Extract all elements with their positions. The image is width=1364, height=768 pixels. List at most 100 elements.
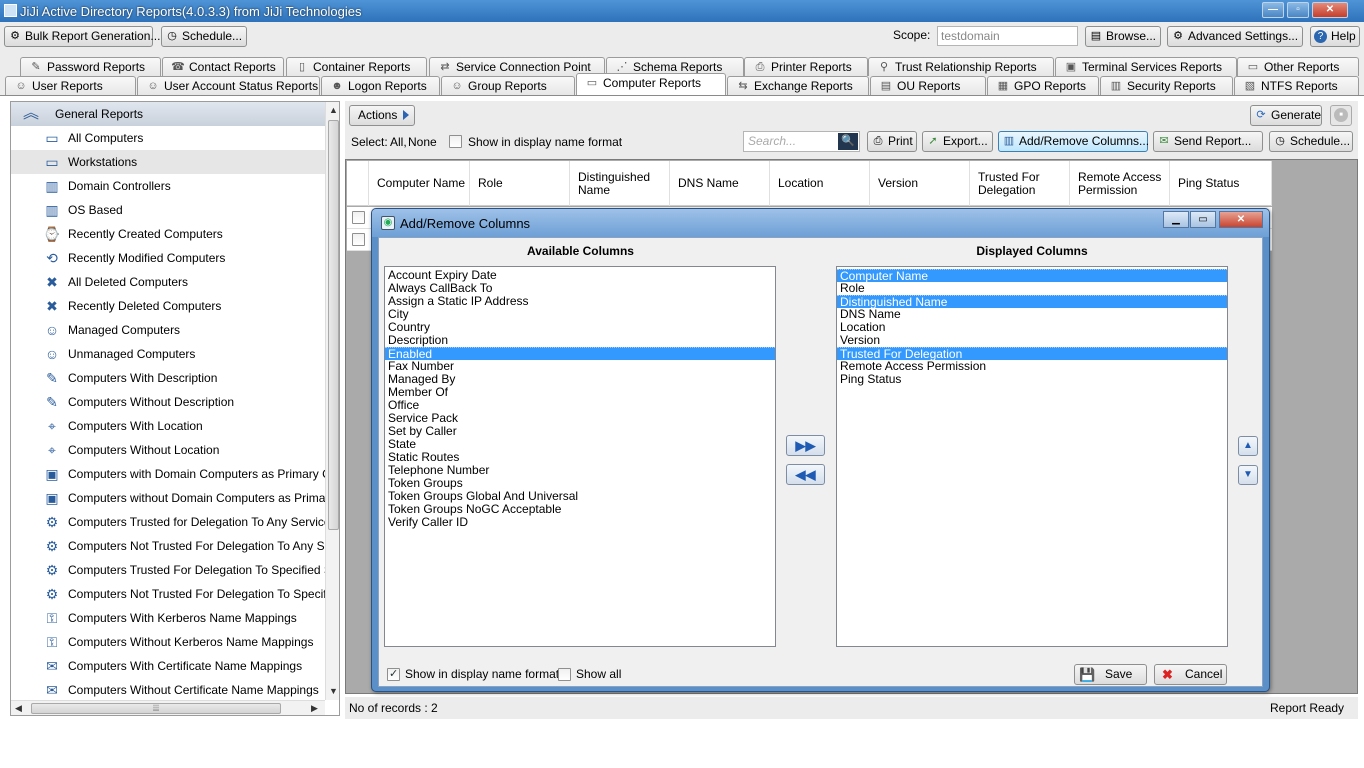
send-report-button[interactable]: ✉ Send Report... (1153, 131, 1263, 152)
list-item[interactable]: Assign a Static IP Address (385, 295, 775, 308)
column-header[interactable]: Location (770, 161, 870, 206)
bulk-report-button[interactable]: ⚙ Bulk Report Generation... (4, 26, 160, 47)
tab-password-reports[interactable]: ✎ Password Reports (20, 57, 161, 76)
tab-other-reports[interactable]: ▭ Other Reports (1237, 57, 1359, 76)
tab-trust-relationship-reports[interactable]: ⚲ Trust Relationship Reports (868, 57, 1054, 76)
column-header[interactable]: Distinguished Name (570, 161, 670, 206)
sidebar-item[interactable]: ⚙ Computers Not Trusted For Delegation To… (11, 534, 325, 558)
list-item[interactable]: Description (385, 334, 775, 347)
scroll-up-arrow[interactable]: ▲ (329, 105, 338, 115)
hscroll-thumb[interactable]: ⦙⦙⦙ (31, 703, 281, 714)
tab-exchange-reports[interactable]: ⇆ Exchange Reports (727, 76, 869, 95)
scroll-down-arrow[interactable]: ▼ (329, 686, 338, 696)
select-none-link[interactable]: None (408, 135, 437, 149)
scroll-left-arrow[interactable]: ◀ (15, 703, 22, 714)
list-item[interactable]: City (385, 308, 775, 321)
sidebar-item[interactable]: ✎ Computers Without Description (11, 390, 325, 414)
search-input[interactable]: Search... 🔍 (743, 131, 860, 152)
list-item[interactable]: Version (837, 334, 1227, 347)
stop-button[interactable]: ■ (1330, 105, 1352, 126)
tab-computer-reports[interactable]: ▭ Computer Reports (576, 73, 726, 95)
sidebar-item[interactable]: ⚙ Computers Not Trusted For Delegation To… (11, 582, 325, 606)
column-header[interactable]: Version (870, 161, 970, 206)
schedule-button[interactable]: ◷ Schedule... (161, 26, 247, 47)
list-item[interactable]: Verify Caller ID (385, 516, 775, 529)
sidebar-item[interactable]: ☺ Managed Computers (11, 318, 325, 342)
advanced-settings-button[interactable]: ⚙ Advanced Settings... (1167, 26, 1303, 47)
column-header[interactable]: Trusted For Delegation (970, 161, 1070, 206)
sidebar-item[interactable]: ▣ Computers with Domain Computers as Prim… (11, 462, 325, 486)
tab-security-reports[interactable]: ▥ Security Reports (1100, 76, 1233, 95)
minimize-button[interactable]: — (1262, 2, 1284, 18)
add-remove-columns-button[interactable]: ▥ Add/Remove Columns... (998, 131, 1149, 152)
tab-terminal-services-reports[interactable]: ▣ Terminal Services Reports (1055, 57, 1237, 76)
sidebar-item[interactable]: ▭ Workstations (11, 150, 325, 174)
displayed-columns-list[interactable]: Computer Name Role Distinguished Name DNS N… (836, 266, 1228, 647)
dialog-minimize-button[interactable]: ▁ (1163, 211, 1189, 228)
column-header[interactable]: DNS Name (670, 161, 770, 206)
show-display-name-checkbox[interactable] (387, 667, 400, 681)
available-columns-list[interactable]: Account Expiry Date Always CallBack To Ass… (384, 266, 776, 647)
report-schedule-button[interactable]: ◷ Schedule... (1269, 131, 1353, 152)
list-item[interactable]: Member Of (385, 386, 775, 399)
column-header[interactable]: Role (470, 161, 570, 206)
select-all-link[interactable]: All, (390, 135, 407, 149)
list-item[interactable]: Location (837, 321, 1227, 334)
tab-contact-reports[interactable]: ☎ Contact Reports (162, 57, 284, 76)
display-name-checkbox[interactable] (449, 135, 462, 148)
sidebar-item[interactable]: ⟲ Recently Modified Computers (11, 246, 325, 270)
sidebar-item[interactable]: ✎ Computers With Description (11, 366, 325, 390)
tab-printer-reports[interactable]: ⎙ Printer Reports (744, 57, 868, 76)
tab-ou-reports[interactable]: ▤ OU Reports (870, 76, 986, 95)
tab-container-reports[interactable]: ▯ Container Reports (286, 57, 427, 76)
sidebar-item[interactable]: ☺ Unmanaged Computers (11, 342, 325, 366)
scroll-thumb[interactable] (328, 120, 339, 530)
save-button[interactable]: 💾 Save (1074, 664, 1147, 685)
row-checkbox[interactable] (352, 233, 365, 246)
dialog-close-button[interactable]: ✕ (1219, 211, 1263, 228)
list-item[interactable]: Set by Caller (385, 425, 775, 438)
move-down-button[interactable]: ▼ (1238, 465, 1258, 485)
move-right-button[interactable]: ▶▶ (786, 435, 825, 456)
vertical-scrollbar[interactable]: ▲ ▼ (325, 102, 339, 700)
show-all-checkbox[interactable] (558, 668, 571, 681)
general-reports-header[interactable]: ︽ General Reports (11, 102, 325, 126)
dialog-maximize-button[interactable]: ▭ (1190, 211, 1216, 228)
close-button[interactable]: ✕ (1312, 2, 1348, 18)
tab-group-reports[interactable]: ☺ Group Reports (441, 76, 575, 95)
scope-input[interactable]: testdomain (937, 26, 1078, 46)
sidebar-item[interactable]: ▣ Computers without Domain Computers as P… (11, 486, 325, 510)
list-item[interactable]: Ping Status (837, 373, 1227, 386)
sidebar-item[interactable]: ⚿ Computers With Kerberos Name Mappings (11, 606, 325, 630)
list-item[interactable]: DNS Name (837, 308, 1227, 321)
sidebar-item[interactable]: ⌖ Computers Without Location (11, 438, 325, 462)
sidebar-item[interactable]: ▥ Domain Controllers (11, 174, 325, 198)
sidebar-item[interactable]: ✖ Recently Deleted Computers (11, 294, 325, 318)
horizontal-scrollbar[interactable]: ◀ ⦙⦙⦙ ▶ (11, 700, 325, 715)
tab-logon-reports[interactable]: ☻ Logon Reports (321, 76, 440, 95)
sidebar-item[interactable]: ▥ OS Based (11, 198, 325, 222)
browse-button[interactable]: ▤ Browse... (1085, 26, 1161, 47)
tab-ntfs-reports[interactable]: ▧ NTFS Reports (1234, 76, 1359, 95)
column-header[interactable]: Remote Access Permission (1070, 161, 1170, 206)
dialog-title-bar[interactable]: ◉ Add/Remove Columns ▁ ▭ ✕ (372, 209, 1269, 237)
move-left-button[interactable]: ◀◀ (786, 464, 825, 485)
cancel-button[interactable]: ✖ Cancel (1154, 664, 1227, 685)
sidebar-item[interactable]: ⚙ Computers Trusted for Delegation To Any… (11, 510, 325, 534)
maximize-button[interactable]: ▫ (1287, 2, 1309, 18)
tab-gpo-reports[interactable]: ▦ GPO Reports (987, 76, 1099, 95)
print-button[interactable]: ⎙ Print (867, 131, 917, 152)
sidebar-item[interactable]: ⌚ Recently Created Computers (11, 222, 325, 246)
tab-user-account-status-reports[interactable]: ☺ User Account Status Reports (137, 76, 320, 95)
column-header[interactable]: Ping Status (1170, 161, 1272, 206)
sidebar-item[interactable]: ✖ All Deleted Computers (11, 270, 325, 294)
sidebar-item[interactable]: ⌖ Computers With Location (11, 414, 325, 438)
search-icon[interactable]: 🔍 (838, 133, 858, 150)
list-item[interactable]: Computer Name (837, 269, 1227, 283)
scroll-right-arrow[interactable]: ▶ (311, 703, 318, 714)
sidebar-item[interactable]: ▭ All Computers (11, 126, 325, 150)
row-checkbox[interactable] (352, 211, 365, 224)
generate-button[interactable]: ⟳ Generate (1250, 105, 1322, 126)
column-header[interactable]: Computer Name (369, 161, 470, 206)
sidebar-item[interactable]: ⚿ Computers Without Kerberos Name Mapping… (11, 630, 325, 654)
